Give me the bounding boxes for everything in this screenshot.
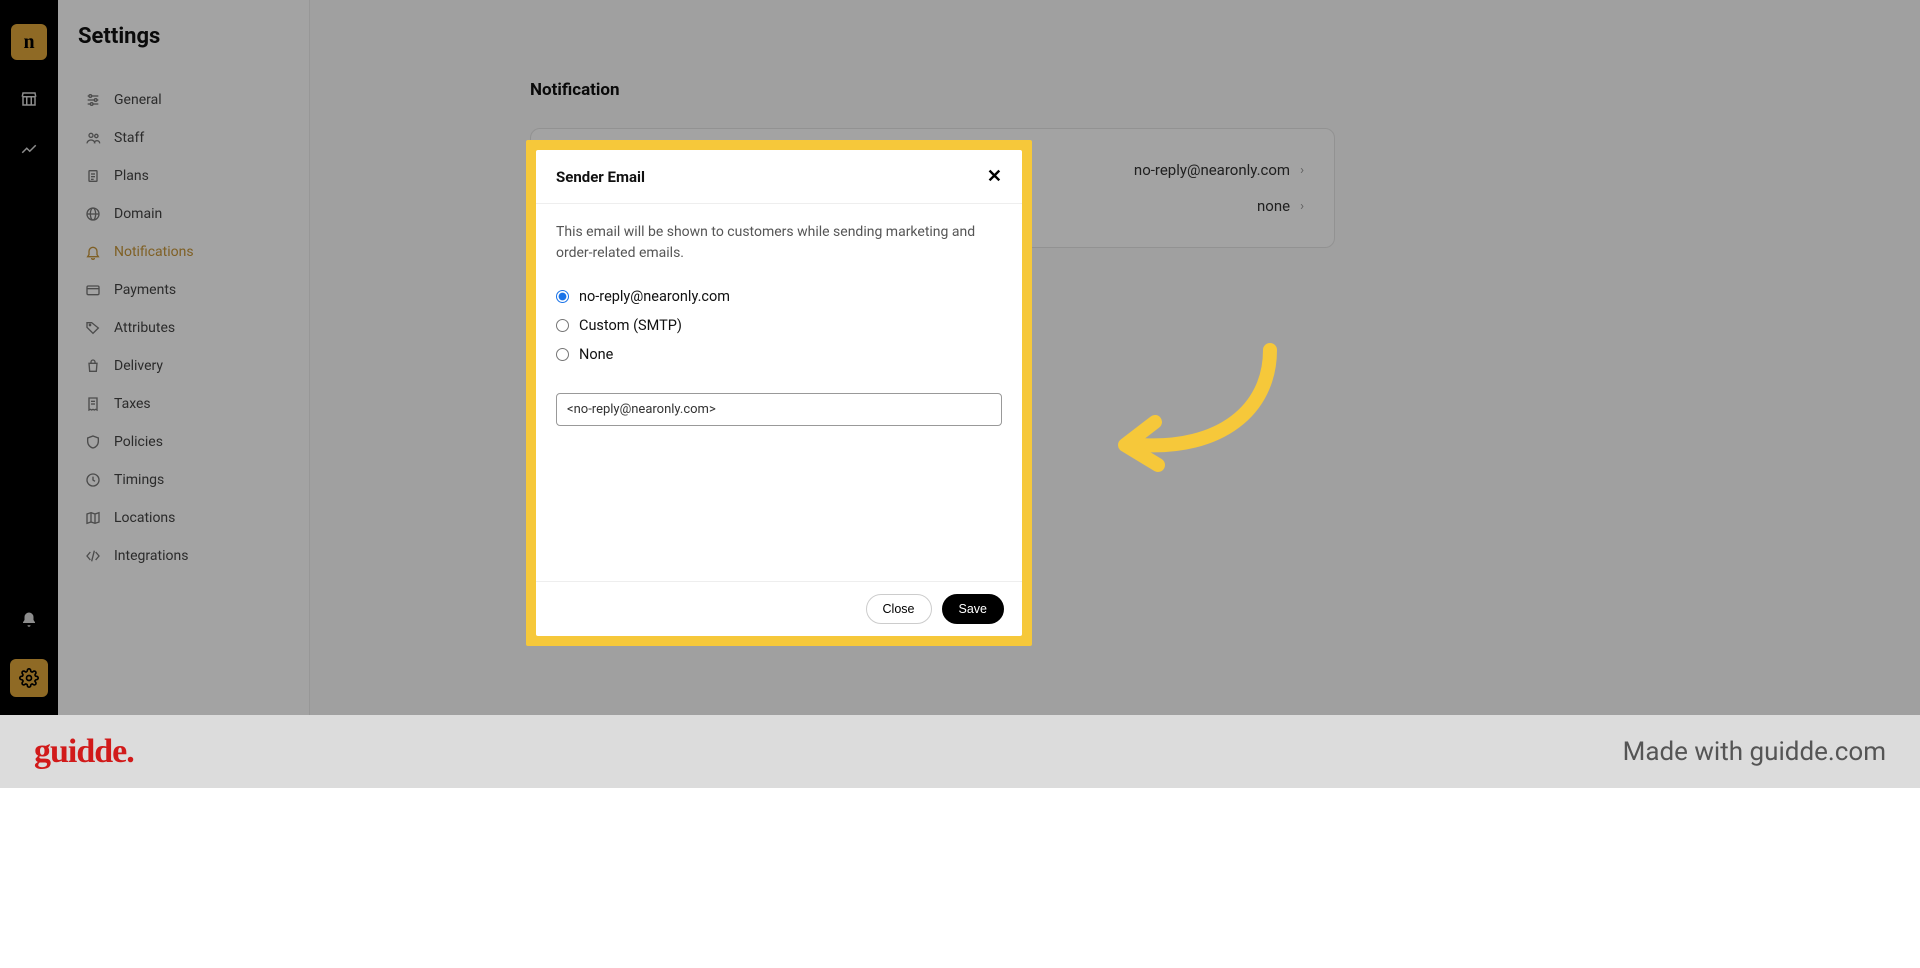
radio-input[interactable] — [556, 319, 569, 332]
modal-header: Sender Email ✕ — [536, 150, 1022, 204]
sidebar-item-notifications[interactable]: Notifications — [78, 233, 293, 271]
radio-option-default[interactable]: no-reply@nearonly.com — [556, 288, 1002, 305]
radio-label: no-reply@nearonly.com — [579, 288, 730, 305]
sidebar-item-label: Delivery — [114, 358, 163, 374]
radio-input[interactable] — [556, 348, 569, 361]
sidebar-item-label: Locations — [114, 510, 175, 526]
sidebar-item-locations[interactable]: Locations — [78, 499, 293, 537]
sidebar-item-policies[interactable]: Policies — [78, 423, 293, 461]
sidebar-item-label: Plans — [114, 168, 149, 184]
modal-title: Sender Email — [556, 168, 645, 186]
map-icon — [84, 509, 102, 527]
modal-footer: Close Save — [536, 581, 1022, 636]
sidebar-item-delivery[interactable]: Delivery — [78, 347, 293, 385]
bag-icon — [84, 357, 102, 375]
annotation-arrow-icon — [1100, 340, 1290, 480]
bell-icon[interactable] — [18, 609, 40, 631]
settings-icon[interactable] — [10, 659, 48, 697]
radio-label: None — [579, 346, 613, 363]
radio-option-none[interactable]: None — [556, 346, 1002, 363]
receipt-icon — [84, 395, 102, 413]
brand-logo: guidde. — [34, 733, 134, 771]
clock-icon — [84, 471, 102, 489]
close-icon[interactable]: ✕ — [987, 166, 1002, 187]
sidebar-item-attributes[interactable]: Attributes — [78, 309, 293, 347]
sidebar-item-label: General — [114, 92, 162, 108]
page-title: Settings — [78, 24, 293, 49]
sidebar-item-payments[interactable]: Payments — [78, 271, 293, 309]
icon-rail: n — [0, 0, 58, 715]
sender-email-modal: Sender Email ✕ This email will be shown … — [536, 150, 1022, 636]
sidebar-item-plans[interactable]: Plans — [78, 157, 293, 195]
store-icon[interactable] — [18, 88, 40, 110]
logo-letter: n — [23, 31, 34, 54]
row-value: no-reply@nearonly.com — [1134, 161, 1290, 179]
radio-input[interactable] — [556, 290, 569, 303]
sidebar-item-staff[interactable]: Staff — [78, 119, 293, 157]
row-value: none — [1257, 197, 1290, 215]
sidebar-item-general[interactable]: General — [78, 81, 293, 119]
save-button[interactable]: Save — [942, 594, 1005, 624]
madewith-text: Made with guidde.com — [1623, 737, 1886, 767]
sidebar-item-label: Payments — [114, 282, 176, 298]
sidebar-item-label: Domain — [114, 206, 162, 222]
section-title: Notification — [530, 80, 1860, 100]
wallet-icon — [84, 281, 102, 299]
sidebar-item-label: Staff — [114, 130, 144, 146]
bell-icon — [84, 243, 102, 261]
analytics-icon[interactable] — [18, 138, 40, 160]
chevron-right-icon: › — [1300, 199, 1304, 214]
globe-icon — [84, 205, 102, 223]
modal-body: This email will be shown to customers wh… — [536, 204, 1022, 581]
footer-banner: guidde. Made with guidde.com — [0, 715, 1920, 788]
radio-label: Custom (SMTP) — [579, 317, 682, 334]
sliders-icon — [84, 91, 102, 109]
sidebar-item-label: Timings — [114, 472, 164, 488]
tag-icon — [84, 319, 102, 337]
sidebar-item-timings[interactable]: Timings — [78, 461, 293, 499]
radio-option-smtp[interactable]: Custom (SMTP) — [556, 317, 1002, 334]
code-icon — [84, 547, 102, 565]
sidebar-item-label: Policies — [114, 434, 163, 450]
close-button[interactable]: Close — [866, 594, 932, 624]
sidebar-item-label: Attributes — [114, 320, 175, 336]
shield-icon — [84, 433, 102, 451]
sidebar-item-label: Notifications — [114, 244, 194, 260]
sidebar-item-integrations[interactable]: Integrations — [78, 537, 293, 575]
sidebar-item-taxes[interactable]: Taxes — [78, 385, 293, 423]
sidebar-item-label: Taxes — [114, 396, 151, 412]
settings-nav: Settings General Staff Plans Domain Noti… — [58, 0, 310, 715]
sender-email-input[interactable] — [556, 393, 1002, 426]
modal-highlight-border: Sender Email ✕ This email will be shown … — [526, 140, 1032, 646]
modal-description: This email will be shown to customers wh… — [556, 222, 1002, 264]
users-icon — [84, 129, 102, 147]
clipboard-icon — [84, 167, 102, 185]
sidebar-item-label: Integrations — [114, 548, 188, 564]
app-logo[interactable]: n — [11, 24, 47, 60]
chevron-right-icon: › — [1300, 163, 1304, 178]
sidebar-item-domain[interactable]: Domain — [78, 195, 293, 233]
